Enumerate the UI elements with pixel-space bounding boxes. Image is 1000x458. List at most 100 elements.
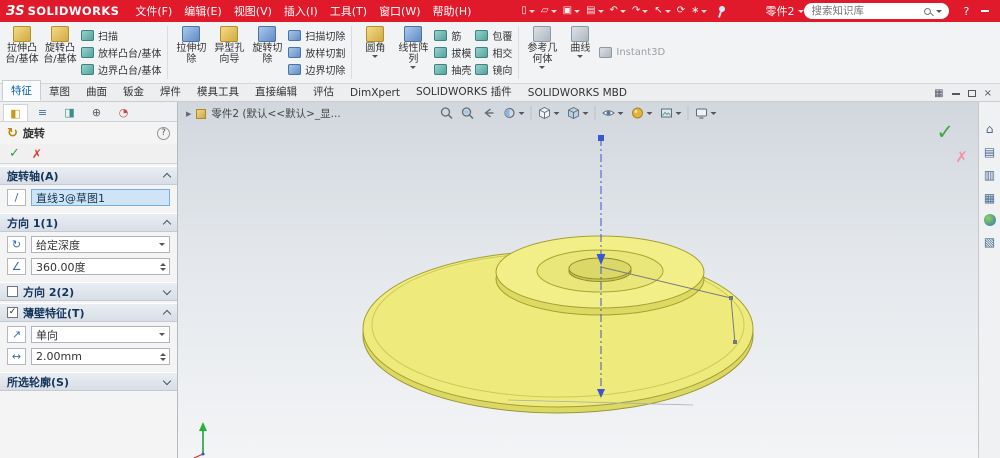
angle-spinner[interactable] — [160, 263, 166, 271]
open-button[interactable]: ▱ — [539, 4, 559, 18]
ribbon-boundary-boss-button[interactable]: 边界凸台/基体 — [81, 61, 161, 78]
expand-tree-icon[interactable]: ▶ — [186, 110, 191, 118]
cancel-button[interactable]: ✗ — [32, 147, 42, 161]
redo-button[interactable]: ↷ — [630, 4, 650, 18]
ribbon-fillet-button[interactable]: 圆角 — [356, 24, 394, 81]
print-button[interactable]: ▤ — [584, 4, 605, 18]
confirm-ok-icon[interactable]: ✓ — [936, 120, 954, 144]
ribbon-rib-button[interactable]: 筋 — [434, 27, 471, 44]
ribbon-reference-geometry-button[interactable]: 参考几何体 — [523, 24, 561, 81]
minimize-button[interactable] — [980, 10, 990, 12]
rebuild-button[interactable]: ⟳ — [675, 4, 687, 18]
display-style-button[interactable] — [566, 105, 590, 121]
help-icon[interactable]: ? — [157, 127, 170, 140]
save-button[interactable]: ▣ — [561, 4, 582, 18]
tab-features[interactable]: 特征 — [2, 80, 41, 101]
tab-display-manager[interactable]: ◔ — [111, 104, 136, 121]
ribbon-intersect-button[interactable]: 相交 — [475, 44, 512, 61]
file-explorer-icon[interactable]: ▥ — [984, 168, 995, 182]
thin-type-dropdown[interactable]: 单向 — [31, 326, 170, 343]
ribbon-lofted-boss-button[interactable]: 放样凸台/基体 — [81, 44, 161, 61]
doc-restore-button[interactable] — [968, 90, 976, 97]
ok-button[interactable]: ✓ — [9, 146, 20, 161]
tab-evaluate[interactable]: 评估 — [305, 82, 342, 101]
ribbon-shell-button[interactable]: 抽壳 — [434, 61, 471, 78]
thickness-spinner[interactable] — [160, 353, 166, 361]
ribbon-linear-pattern-button[interactable]: 线性阵列 — [394, 24, 432, 81]
ribbon-wrap-button[interactable]: 包覆 — [475, 27, 512, 44]
tab-solidworks-addins[interactable]: SOLIDWORKS 插件 — [408, 82, 520, 101]
appearances-scenes-icon[interactable] — [984, 214, 996, 226]
thin-direction-icon[interactable]: ↗ — [7, 326, 26, 343]
tab-sheet-metal[interactable]: 钣金 — [115, 82, 152, 101]
options-button[interactable]: ∗ — [689, 4, 709, 18]
spinner-down-icon[interactable] — [160, 268, 166, 271]
end-condition-dropdown[interactable]: 给定深度 — [31, 236, 170, 253]
section-view-button[interactable] — [502, 105, 526, 121]
direction1-section-header[interactable]: 方向 1(1) — [0, 213, 177, 232]
previous-view-button[interactable] — [481, 105, 497, 121]
thin-feature-section-header[interactable]: ✓ 薄壁特征(T) — [0, 303, 177, 322]
tab-property-manager[interactable]: ◧ — [3, 104, 28, 121]
tab-feature-manager[interactable]: ≡ — [30, 104, 55, 121]
tab-solidworks-mbd[interactable]: SOLIDWORKS MBD — [520, 85, 635, 101]
view-settings-button[interactable] — [694, 105, 718, 121]
custom-properties-icon[interactable]: ▧ — [984, 235, 995, 249]
direction-reverse-icon[interactable]: ↻ — [7, 236, 26, 253]
ribbon-revolved-cut-button[interactable]: 旋转切除 — [248, 24, 286, 81]
ribbon-extruded-boss-button[interactable]: 拉伸凸台/基体 — [3, 24, 41, 81]
tab-surfaces[interactable]: 曲面 — [78, 82, 115, 101]
search-icon[interactable] — [924, 8, 931, 15]
ribbon-extruded-cut-button[interactable]: 拉伸切除 — [172, 24, 210, 81]
pane-layout-icon[interactable]: ▦ — [934, 88, 943, 99]
tab-sketch[interactable]: 草图 — [41, 82, 78, 101]
axis-section-header[interactable]: 旋转轴(A) — [0, 166, 177, 185]
search-input[interactable] — [811, 5, 919, 17]
spinner-up-icon[interactable] — [160, 263, 166, 266]
thickness-input[interactable]: 2.00mm — [31, 348, 170, 365]
tab-mold-tools[interactable]: 模具工具 — [189, 82, 247, 101]
spinner-down-icon[interactable] — [160, 358, 166, 361]
undo-button[interactable]: ↶ — [608, 4, 628, 18]
new-doc-button[interactable]: ▯ — [519, 4, 537, 18]
ribbon-instant3d-button[interactable]: Instant3D — [599, 24, 665, 81]
tab-configuration-manager[interactable]: ◨ — [57, 104, 82, 121]
hide-show-items-button[interactable] — [601, 105, 625, 121]
revolve-model[interactable] — [363, 236, 753, 413]
menu-insert[interactable]: 插入(I) — [278, 1, 324, 21]
zoom-to-fit-button[interactable] — [439, 105, 455, 121]
spinner-up-icon[interactable] — [160, 353, 166, 356]
direction2-checkbox[interactable] — [7, 286, 18, 297]
thin-feature-checkbox[interactable]: ✓ — [7, 307, 18, 318]
ribbon-boundary-cut-button[interactable]: 边界切除 — [288, 61, 345, 78]
ribbon-hole-wizard-button[interactable]: 异型孔向导 — [210, 24, 248, 81]
tab-dimxpert-manager[interactable]: ⊕ — [84, 104, 109, 121]
menu-view[interactable]: 视图(V) — [228, 1, 278, 21]
menu-help[interactable]: 帮助(H) — [427, 1, 478, 21]
apply-scene-button[interactable] — [659, 105, 683, 121]
doc-minimize-button[interactable] — [952, 93, 960, 95]
doc-close-button[interactable]: × — [984, 88, 992, 99]
ribbon-swept-boss-button[interactable]: 扫描 — [81, 27, 161, 44]
ribbon-swept-cut-button[interactable]: 扫描切除 — [288, 27, 345, 44]
menu-window[interactable]: 窗口(W) — [373, 1, 426, 21]
menu-file[interactable]: 文件(F) — [129, 1, 178, 21]
view-palette-icon[interactable]: ▦ — [984, 191, 995, 205]
selected-contours-section-header[interactable]: 所选轮廓(S) — [0, 372, 177, 391]
edit-appearance-button[interactable] — [630, 105, 654, 121]
search-caret-icon[interactable] — [936, 10, 942, 13]
tab-dimxpert[interactable]: DimXpert — [342, 85, 408, 101]
confirm-cancel-icon[interactable]: ✗ — [955, 148, 968, 166]
viewport-canvas[interactable] — [178, 102, 978, 458]
view-orientation-button[interactable] — [537, 105, 561, 121]
ribbon-mirror-button[interactable]: 镜向 — [475, 61, 512, 78]
graphics-viewport[interactable]: ▶ 零件2 (默认<<默认>_显... ✓ ✗ — [178, 102, 978, 458]
tab-weldments[interactable]: 焊件 — [152, 82, 189, 101]
ribbon-revolved-boss-button[interactable]: 旋转凸台/基体 — [41, 24, 79, 81]
breadcrumb-text[interactable]: 零件2 (默认<<默认>_显... — [211, 106, 340, 121]
ribbon-draft-button[interactable]: 拔模 — [434, 44, 471, 61]
menu-edit[interactable]: 编辑(E) — [178, 1, 228, 21]
tab-direct-editing[interactable]: 直接编辑 — [247, 82, 305, 101]
menu-tools[interactable]: 工具(T) — [324, 1, 373, 21]
angle-input[interactable]: 360.00度 — [31, 258, 170, 275]
